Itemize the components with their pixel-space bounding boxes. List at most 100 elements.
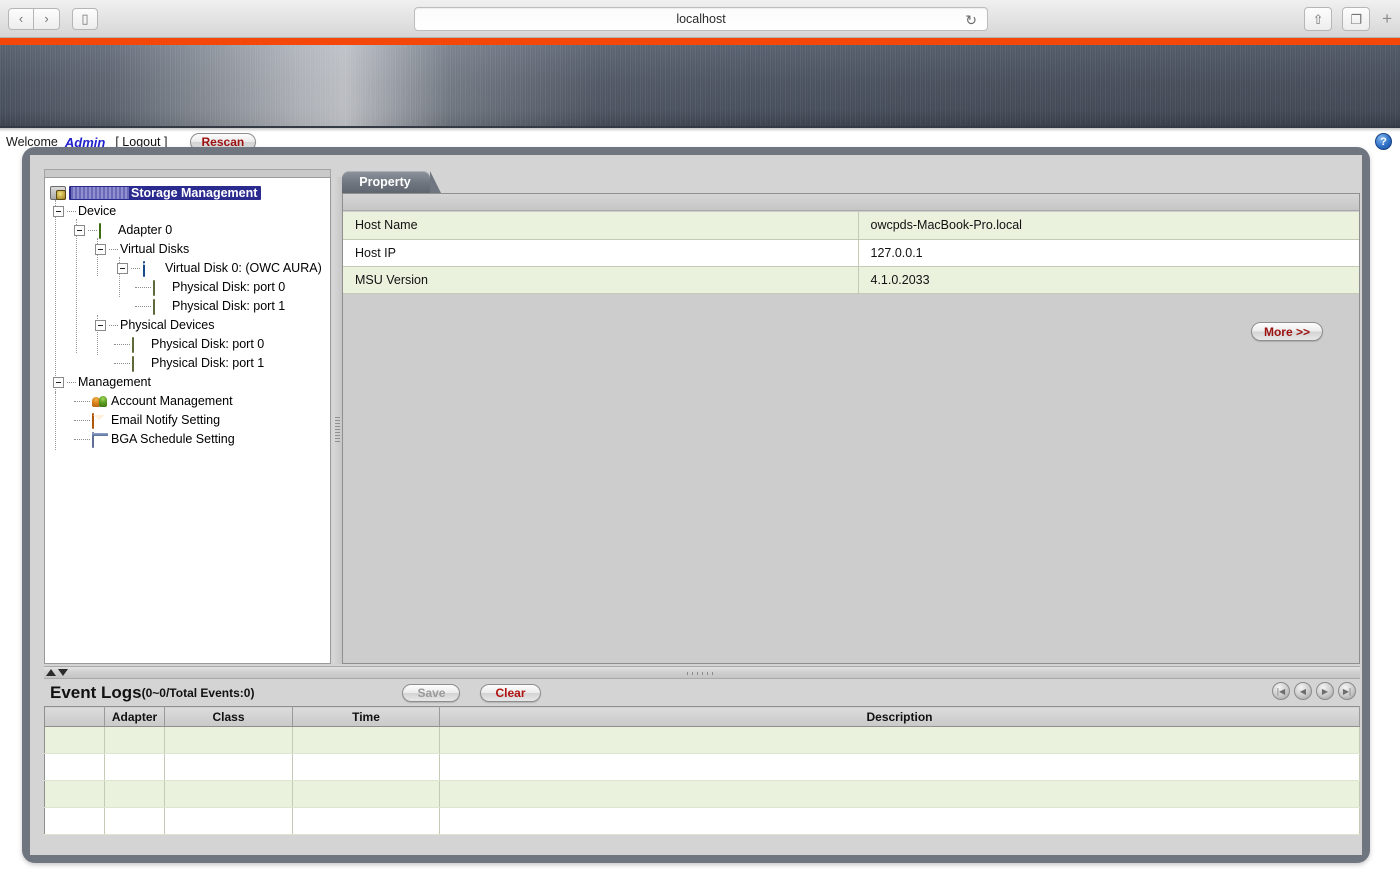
forward-button[interactable]: › (34, 8, 60, 30)
tree-item-label: Physical Disk: port 0 (151, 338, 264, 351)
expander-icon[interactable] (53, 377, 64, 388)
tree-connector (131, 268, 140, 269)
property-panel: Host Name owcpds-MacBook-Pro.local Host … (342, 193, 1360, 664)
panel-toolbar (343, 194, 1359, 211)
tree-item-management[interactable]: Management (48, 373, 330, 392)
url-text: localhost (676, 12, 725, 26)
last-page-button[interactable]: ▶| (1338, 682, 1356, 700)
tree-item-label: Management (78, 376, 151, 389)
tree-item-label: Device (78, 205, 116, 218)
table-row[interactable] (45, 808, 1360, 835)
cell-adapter (105, 754, 165, 781)
chevron-up-icon[interactable] (46, 669, 56, 676)
expander-icon[interactable] (74, 225, 85, 236)
tabs-icon: ❐ (1350, 13, 1362, 26)
table-row[interactable] (45, 754, 1360, 781)
property-table: Host Name owcpds-MacBook-Pro.local Host … (343, 212, 1359, 294)
expander-icon[interactable] (117, 263, 128, 274)
tree-connector (67, 382, 76, 383)
cell-class (165, 727, 293, 754)
previous-page-button[interactable]: ◀ (1294, 682, 1312, 700)
sidebar-toggle-button[interactable]: ▯ (72, 8, 98, 30)
tree-item-label: Physical Disk: port 1 (172, 300, 285, 313)
expander-icon[interactable] (95, 244, 106, 255)
expander-icon[interactable] (95, 320, 106, 331)
cell-description (440, 808, 1360, 835)
toolbar-right-buttons: ⇧ ❐ + (1294, 7, 1392, 31)
storage-management-icon (50, 186, 66, 200)
chevron-down-icon[interactable] (58, 669, 68, 676)
tree-item-bga-schedule-setting[interactable]: BGA Schedule Setting (48, 430, 330, 449)
tree-item-email-notify-setting[interactable]: Email Notify Setting (48, 411, 330, 430)
first-page-button[interactable]: |◀ (1272, 682, 1290, 700)
tab-property[interactable]: Property (342, 171, 430, 193)
tree-item-device[interactable]: Device (48, 202, 330, 221)
tree-item-physical-disk-port-0[interactable]: Physical Disk: port 0 (48, 335, 330, 354)
event-logs-header: Event Logs (0~0/Total Events:0) Save Cle… (44, 679, 1360, 706)
new-tab-icon[interactable]: + (1382, 9, 1392, 29)
share-button[interactable]: ⇧ (1304, 7, 1332, 31)
property-value: 127.0.0.1 (858, 239, 1359, 266)
brand-banner (0, 45, 1400, 128)
clear-button[interactable]: Clear (480, 684, 540, 702)
adapter-icon (99, 224, 115, 238)
column-header-class[interactable]: Class (165, 707, 293, 727)
event-logs-count: (0~0/Total Events:0) (142, 686, 255, 700)
tree-connector (74, 401, 90, 402)
cell-adapter (105, 727, 165, 754)
cell-description (440, 727, 1360, 754)
cell-index (45, 754, 105, 781)
table-row: Host IP 127.0.0.1 (343, 239, 1359, 266)
app-window-inner: Storage Management Device Adapter 0 (30, 155, 1362, 855)
tree-item-adapter-0[interactable]: Adapter 0 (48, 221, 330, 240)
accent-stripe (0, 38, 1400, 45)
tree-item-label: Virtual Disk 0: (OWC AURA) (165, 262, 322, 275)
email-icon (92, 414, 108, 428)
selection-texture (71, 187, 129, 199)
column-header-index[interactable] (45, 707, 105, 727)
cell-index (45, 781, 105, 808)
column-header-time[interactable]: Time (293, 707, 440, 727)
more-button[interactable]: More >> (1251, 322, 1323, 341)
virtual-disk-icon (142, 262, 158, 276)
address-bar[interactable]: localhost ↻ (414, 7, 988, 31)
tree-item-physical-disk-port-1[interactable]: Physical Disk: port 1 (48, 354, 330, 373)
save-button[interactable]: Save (402, 684, 460, 702)
cell-time (293, 727, 440, 754)
vertical-splitter[interactable] (333, 177, 342, 664)
tree-item-vd-physical-disk-port-1[interactable]: Physical Disk: port 1 (48, 297, 330, 316)
tree-item-physical-devices[interactable]: Physical Devices (48, 316, 330, 335)
tree-root-selected: Storage Management (69, 186, 261, 200)
tree-item-label: Email Notify Setting (111, 414, 220, 427)
table-row[interactable] (45, 727, 1360, 754)
tree-item-label: Account Management (111, 395, 233, 408)
tree-item-storage-management[interactable]: Storage Management (48, 183, 330, 202)
back-button[interactable]: ‹ (8, 8, 34, 30)
show-tabs-button[interactable]: ❐ (1342, 7, 1370, 31)
share-icon: ⇧ (1313, 13, 1324, 26)
column-header-adapter[interactable]: Adapter (105, 707, 165, 727)
horizontal-splitter[interactable] (44, 666, 1360, 679)
tree-item-virtual-disks[interactable]: Virtual Disks (48, 240, 330, 259)
property-key: Host Name (343, 212, 858, 239)
collapse-toggle[interactable] (46, 666, 68, 679)
tree-item-label: Physical Disk: port 0 (172, 281, 285, 294)
app-window-frame: Storage Management Device Adapter 0 (22, 147, 1370, 863)
event-logs-title: Event Logs (50, 683, 142, 703)
physical-disk-icon (132, 338, 148, 352)
expander-icon[interactable] (53, 206, 64, 217)
table-row[interactable] (45, 781, 1360, 808)
help-icon[interactable]: ? (1375, 133, 1392, 150)
tree-item-vd-physical-disk-port-0[interactable]: Physical Disk: port 0 (48, 278, 330, 297)
tree-item-label: Storage Management (131, 186, 257, 200)
cell-adapter (105, 808, 165, 835)
tree-item-account-management[interactable]: Account Management (48, 392, 330, 411)
tree-item-virtual-disk-0[interactable]: Virtual Disk 0: (OWC AURA) (48, 259, 330, 278)
next-page-button[interactable]: ▶ (1316, 682, 1334, 700)
tree-connector (74, 420, 90, 421)
nav-button-group: ‹ › (8, 8, 60, 30)
column-header-description[interactable]: Description (440, 707, 1360, 727)
sidebar-icon: ▯ (81, 12, 88, 25)
reload-icon[interactable]: ↻ (965, 12, 977, 29)
cell-class (165, 754, 293, 781)
